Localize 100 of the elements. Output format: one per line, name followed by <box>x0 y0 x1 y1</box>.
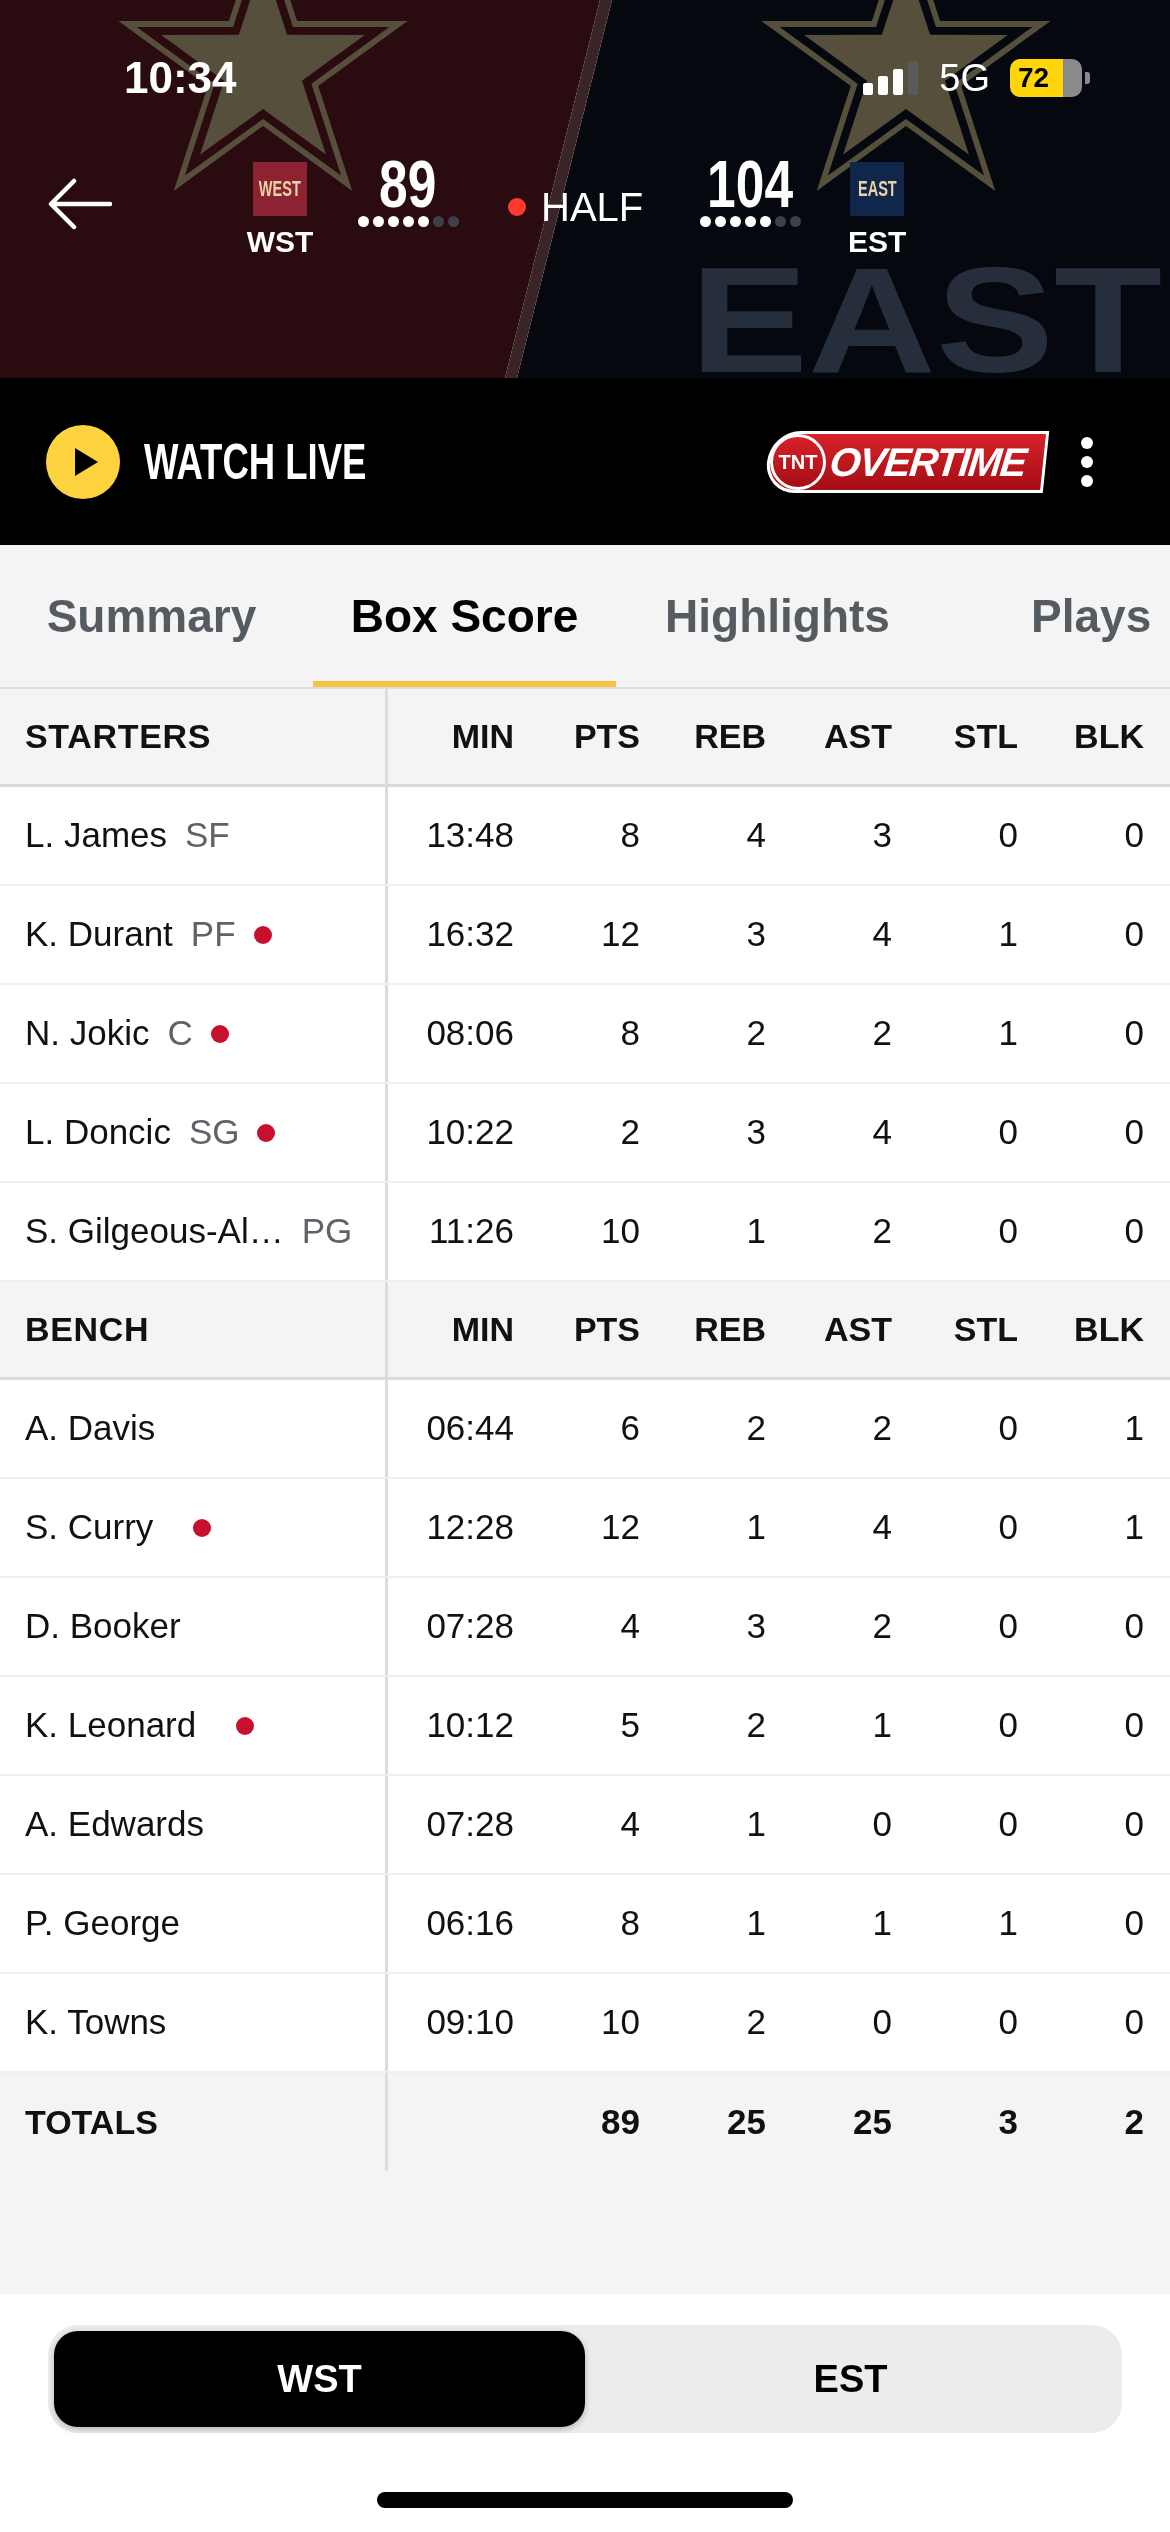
stat-cell-text: 1 <box>997 1012 1018 1055</box>
stat-cell-text: 08:06 <box>425 1012 514 1055</box>
game-period: HALF <box>541 187 644 227</box>
battery-indicator: 72 <box>1010 59 1090 97</box>
team-abbreviation: EST <box>848 227 907 257</box>
stat-cell-text: 1 <box>997 1902 1018 1945</box>
logo-wordmark: OVERTIME <box>827 441 1028 482</box>
stat-cell-text: 09:10 <box>425 2001 514 2044</box>
team-toggle-button[interactable]: EST <box>585 2331 1116 2427</box>
totals-label: TOTALS <box>25 2101 158 2143</box>
stat-cell-text: 10 <box>600 2001 640 2044</box>
play-icon[interactable] <box>46 424 120 499</box>
player-name[interactable]: P. George <box>25 1897 181 1950</box>
tab[interactable]: Summary <box>0 545 303 687</box>
stat-cell-text: 0 <box>1123 1803 1144 1846</box>
player-name[interactable]: K. Towns <box>25 1996 167 2049</box>
stat-cell-text: 1 <box>871 1704 892 1747</box>
total-cell-text: 25 <box>726 2100 766 2143</box>
stat-cell-text: 2 <box>871 1407 892 1450</box>
stat-cell-text: 1 <box>745 1210 766 1253</box>
column-header[interactable]: AST <box>766 689 892 784</box>
stat-cell-text: 0 <box>1123 2001 1144 2044</box>
stat-cell-text: 4 <box>619 1605 640 1648</box>
stat-cell-text: 0 <box>1123 1012 1144 1055</box>
column-header[interactable]: PTS <box>514 689 640 784</box>
stat-cell-text: 3 <box>745 1605 766 1648</box>
stat-cell-text: 8 <box>619 814 640 857</box>
column-header[interactable]: MIN <box>388 1282 514 1377</box>
stat-cell-text: 8 <box>619 1012 640 1055</box>
stat-cell-text: 3 <box>745 913 766 956</box>
team-toggle-button[interactable]: WST <box>54 2331 585 2427</box>
stat-cell-text: 0 <box>871 1803 892 1846</box>
player-name[interactable]: K. Leonard <box>25 1699 197 1752</box>
section-title: STARTERS <box>25 716 212 757</box>
stat-cell-text: 0 <box>997 1407 1018 1450</box>
stat-cell-text: 0 <box>997 814 1018 857</box>
column-header[interactable]: BLK <box>1018 689 1144 784</box>
stat-cell-text: 0 <box>1123 1210 1144 1253</box>
stat-cell-text: 0 <box>1123 1111 1144 1154</box>
player-position: PG <box>301 1210 353 1253</box>
team-abbreviation: WST <box>246 227 314 257</box>
player-position: SG <box>188 1111 240 1154</box>
tab[interactable]: Plays <box>939 545 1170 687</box>
stat-cell-text: 1 <box>745 1902 766 1945</box>
column-header[interactable]: REB <box>640 1282 766 1377</box>
network-label: 5G <box>939 59 990 97</box>
stat-cell-text: 0 <box>997 1210 1018 1253</box>
column-header[interactable]: AST <box>766 1282 892 1377</box>
player-name[interactable]: A. Edwards <box>25 1798 204 1851</box>
stat-cell-text: 0 <box>997 1111 1018 1154</box>
stat-cell-text: 1 <box>997 913 1018 956</box>
stat-cell-text: 07:28 <box>425 1605 514 1648</box>
stat-cell-text: 10:12 <box>425 1704 514 1747</box>
stat-cell-text: 06:44 <box>425 1407 514 1450</box>
column-header[interactable]: MIN <box>388 689 514 784</box>
stat-cell-text: 1 <box>871 1902 892 1945</box>
player-name[interactable]: S. Gilgeous-Al… <box>25 1205 284 1258</box>
player-name[interactable]: K. Durant <box>25 908 173 961</box>
team-score: 104 <box>707 153 794 215</box>
stat-cell-text: 2 <box>745 1012 766 1055</box>
watch-live-link[interactable]: WATCH LIVE <box>144 436 367 487</box>
column-header[interactable]: PTS <box>514 1282 640 1377</box>
player-name[interactable]: L. Doncic <box>25 1106 171 1159</box>
stat-cell-text: 5 <box>619 1704 640 1747</box>
player-name[interactable]: S. Curry <box>25 1501 154 1554</box>
stat-cell-text: 1 <box>1123 1407 1144 1450</box>
column-header[interactable]: REB <box>640 689 766 784</box>
more-menu-icon[interactable] <box>1080 435 1094 488</box>
stat-cell-text: 2 <box>871 1605 892 1648</box>
stat-cell-text: 3 <box>871 814 892 857</box>
player-name[interactable]: L. James <box>25 809 167 862</box>
player-position: PF <box>190 913 236 956</box>
stat-cell-text: 2 <box>745 2001 766 2044</box>
player-name[interactable]: D. Booker <box>25 1600 181 1653</box>
stat-cell-text: 6 <box>619 1407 640 1450</box>
back-arrow-icon[interactable] <box>48 178 112 230</box>
total-cell-text: 2 <box>1123 2100 1144 2143</box>
player-position: C <box>167 1012 193 1055</box>
stat-cell-text: 1 <box>1123 1506 1144 1549</box>
stat-cell-text: 0 <box>1123 913 1144 956</box>
column-header[interactable]: BLK <box>1018 1282 1144 1377</box>
stat-cell-text: 07:28 <box>425 1803 514 1846</box>
stat-cell-text: 0 <box>871 2001 892 2044</box>
stat-cell-text: 1 <box>745 1506 766 1549</box>
stat-cell-text: 2 <box>745 1704 766 1747</box>
stat-cell-text: 10:22 <box>425 1111 514 1154</box>
signal-icon <box>863 61 920 95</box>
player-name[interactable]: N. Jokic <box>25 1007 150 1060</box>
stat-cell-text: 12 <box>600 1506 640 1549</box>
stat-cell-text: 4 <box>871 913 892 956</box>
player-name[interactable]: A. Davis <box>25 1402 156 1455</box>
stat-cell-text: 0 <box>1123 1902 1144 1945</box>
stat-cell-text: 0 <box>1123 814 1144 857</box>
stat-cell-text: 0 <box>997 1704 1018 1747</box>
column-header[interactable]: STL <box>892 1282 1018 1377</box>
stat-cell-text: 0 <box>997 2001 1018 2044</box>
tab[interactable]: Highlights <box>626 545 929 687</box>
stat-cell-text: 2 <box>871 1210 892 1253</box>
stat-cell-text: 3 <box>745 1111 766 1154</box>
column-header[interactable]: STL <box>892 689 1018 784</box>
